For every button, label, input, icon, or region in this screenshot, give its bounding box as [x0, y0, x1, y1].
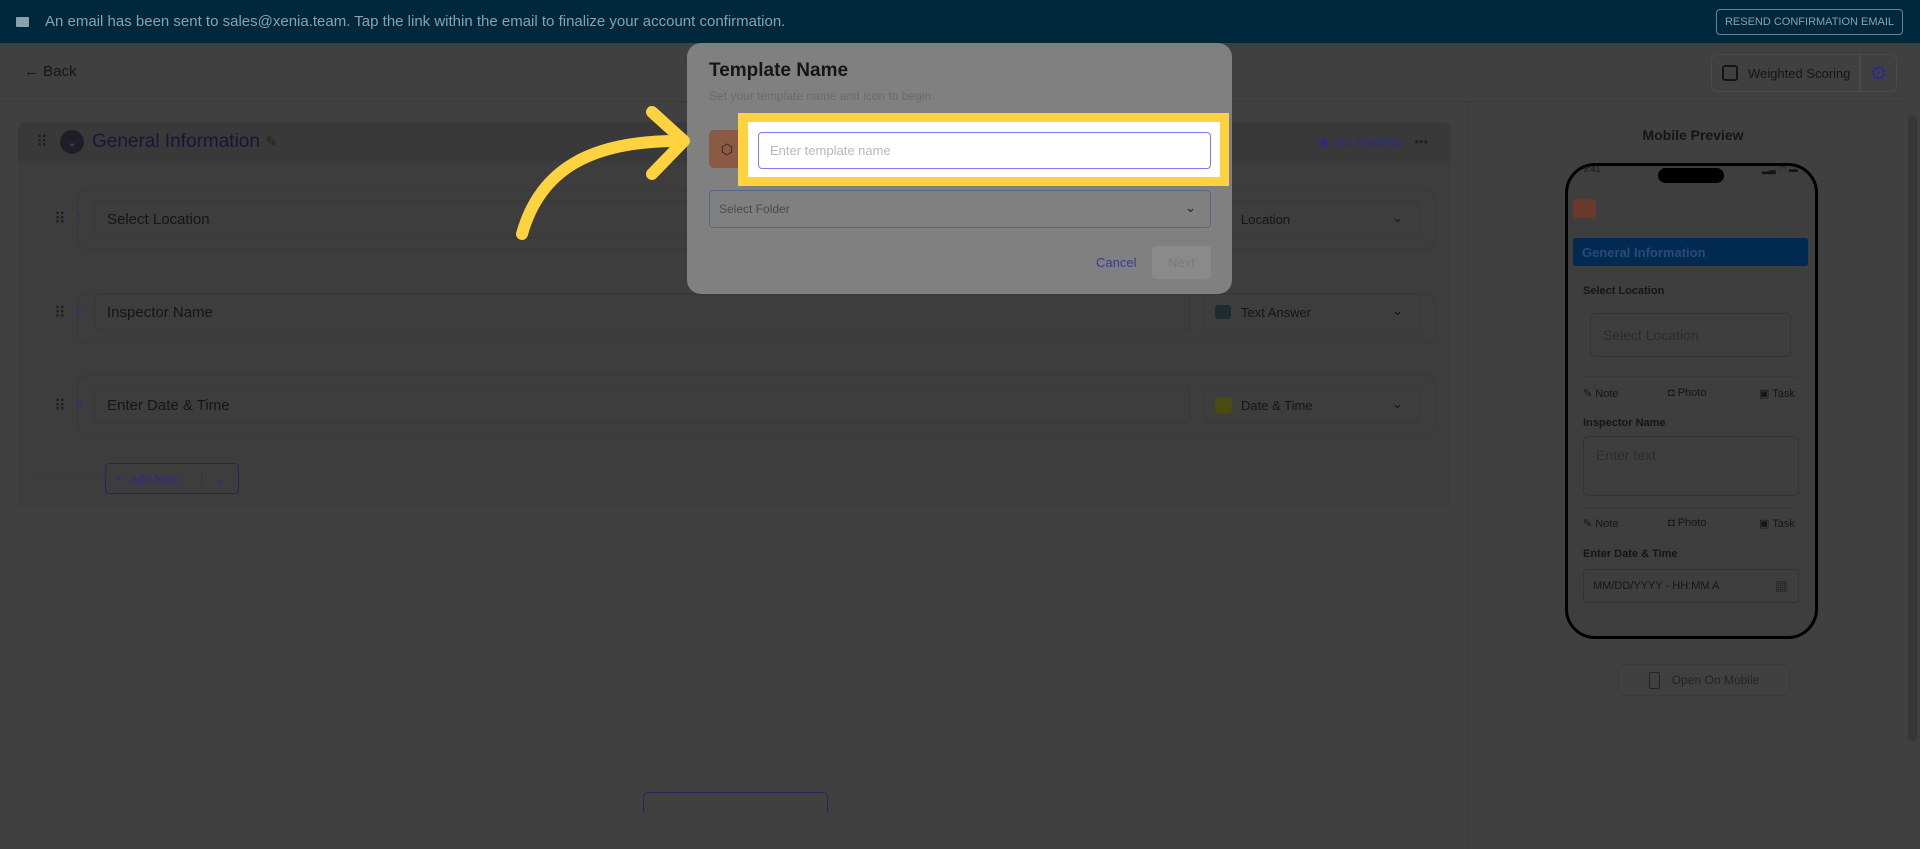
open-mobile-label: Open On Mobile	[1671, 673, 1760, 687]
chevron-down-icon: ⌄	[1392, 303, 1403, 318]
type-label: Location	[1241, 212, 1291, 227]
preview-date-input: MM/DD/YYYY - HH:MM A ▦	[1583, 569, 1799, 603]
drag-handle-icon[interactable]: ⠿	[54, 396, 66, 416]
phone-notch	[1658, 168, 1724, 183]
back-label: Back	[43, 63, 77, 80]
phone-preview	[1565, 163, 1818, 639]
preview-label: Inspector Name	[1583, 417, 1666, 429]
set-visibility-label: Set Visibility	[1332, 134, 1403, 149]
template-icon	[1573, 199, 1596, 218]
scrollbar[interactable]	[1908, 116, 1917, 741]
checkbox[interactable]	[1722, 65, 1738, 81]
weighted-scoring-toggle[interactable]: Weighted Scoring	[1711, 54, 1860, 92]
chevron-down-icon: ⌄	[1392, 396, 1403, 411]
type-label: Date & Time	[1241, 398, 1313, 413]
settings-button[interactable]: ⚙	[1860, 54, 1897, 92]
cube-icon: ⬡	[720, 140, 734, 157]
divider	[35, 477, 105, 478]
open-on-mobile-button[interactable]: Open On Mobile	[1618, 664, 1790, 696]
pencil-icon[interactable]: ✎	[265, 134, 278, 151]
divider	[1583, 376, 1798, 377]
modal-title: Template Name	[709, 60, 849, 81]
preview-note: ✎ Note	[1583, 518, 1619, 530]
drag-handle-icon[interactable]: ⠿	[54, 209, 66, 229]
resend-confirmation-button[interactable]: RESEND CONFIRMATION EMAIL	[1716, 9, 1903, 35]
add-new-label: Add New	[129, 471, 179, 486]
preview-label: Select Location	[1583, 285, 1665, 297]
chevron-down-icon: ⌄	[1392, 210, 1403, 225]
mail-icon	[16, 16, 29, 27]
divider	[1467, 101, 1468, 849]
weighted-scoring-label: Weighted Scoring	[1748, 65, 1851, 81]
preview-section-header: General Information	[1573, 238, 1808, 266]
next-button[interactable]: Next	[1152, 246, 1211, 279]
confirmation-banner: An email has been sent to sales@xenia.te…	[0, 0, 1920, 43]
drag-handle-icon[interactable]: ⠿	[36, 132, 48, 152]
eye-icon: ◉	[1318, 134, 1330, 149]
question-type-select[interactable]: Text Answer ⌄	[1204, 293, 1420, 331]
pointer-arrow-icon	[516, 106, 690, 240]
phone-icon	[1648, 671, 1660, 689]
question-number: 2	[76, 305, 82, 316]
preview-task: ▣ Task	[1759, 518, 1795, 530]
section-title-text: General Information	[92, 131, 260, 152]
modal-subtitle: Set your template name and icon to begin…	[709, 89, 935, 103]
question-type-select[interactable]: Date & Time ⌄	[1204, 386, 1420, 424]
set-visibility-button[interactable]: ◉ Set Visibility •••	[1318, 134, 1428, 150]
cancel-button[interactable]: Cancel	[1096, 255, 1136, 270]
preview-note: ✎ Note	[1583, 388, 1619, 400]
banner-message: An email has been sent to sales@xenia.te…	[45, 13, 786, 30]
add-new-main[interactable]: + Add New	[106, 471, 202, 486]
select-folder-dropdown[interactable]: Select Folder ⌄	[709, 190, 1211, 228]
chevron-down-icon: ⌄	[67, 136, 77, 149]
preview-task: ▣ Task	[1759, 388, 1795, 400]
preview-text-input: Enter text	[1583, 436, 1799, 496]
plus-icon: +	[116, 471, 124, 486]
gear-icon: ⚙	[1869, 62, 1888, 85]
calendar-icon	[1215, 397, 1232, 414]
add-new-button[interactable]: + Add New ⌄	[105, 463, 239, 494]
question-type-select[interactable]: Location ⌄	[1204, 200, 1420, 238]
question-title-input[interactable]: Inspector Name	[94, 293, 1190, 331]
preview-photo: ◘ Photo	[1668, 387, 1707, 399]
status-icons: ▂▃ ◠ ▬	[1762, 164, 1798, 174]
back-button[interactable]: ← Back	[24, 63, 77, 80]
preview-photo: ◘ Photo	[1668, 517, 1707, 529]
more-icon[interactable]: •••	[1414, 134, 1428, 149]
collapse-button[interactable]: ⌄	[60, 130, 84, 154]
section-title[interactable]: General Information ✎	[92, 131, 278, 153]
mobile-preview-title: Mobile Preview	[1642, 127, 1744, 143]
text-answer-icon	[1215, 305, 1231, 319]
folder-placeholder: Select Folder	[719, 202, 790, 216]
template-name-input[interactable]	[758, 132, 1211, 169]
drag-handle-icon[interactable]: ⠿	[54, 303, 66, 323]
chevron-down-icon: ⌄	[1185, 200, 1196, 215]
type-label: Text Answer	[1241, 305, 1312, 320]
question-title-input[interactable]: Enter Date & Time	[94, 386, 1190, 424]
divider	[1583, 508, 1798, 509]
chevron-down-icon[interactable]: ⌄	[202, 472, 238, 486]
question-number: 1	[76, 212, 82, 223]
arrow-left-icon: ←	[24, 63, 39, 80]
phone-time: 9:41	[1583, 164, 1601, 174]
question-number: 3	[76, 399, 82, 410]
calendar-icon: ▦	[1774, 577, 1788, 593]
bottom-button[interactable]	[643, 792, 828, 812]
preview-location-input: Select Location	[1590, 313, 1791, 357]
preview-label: Enter Date & Time	[1583, 548, 1678, 560]
